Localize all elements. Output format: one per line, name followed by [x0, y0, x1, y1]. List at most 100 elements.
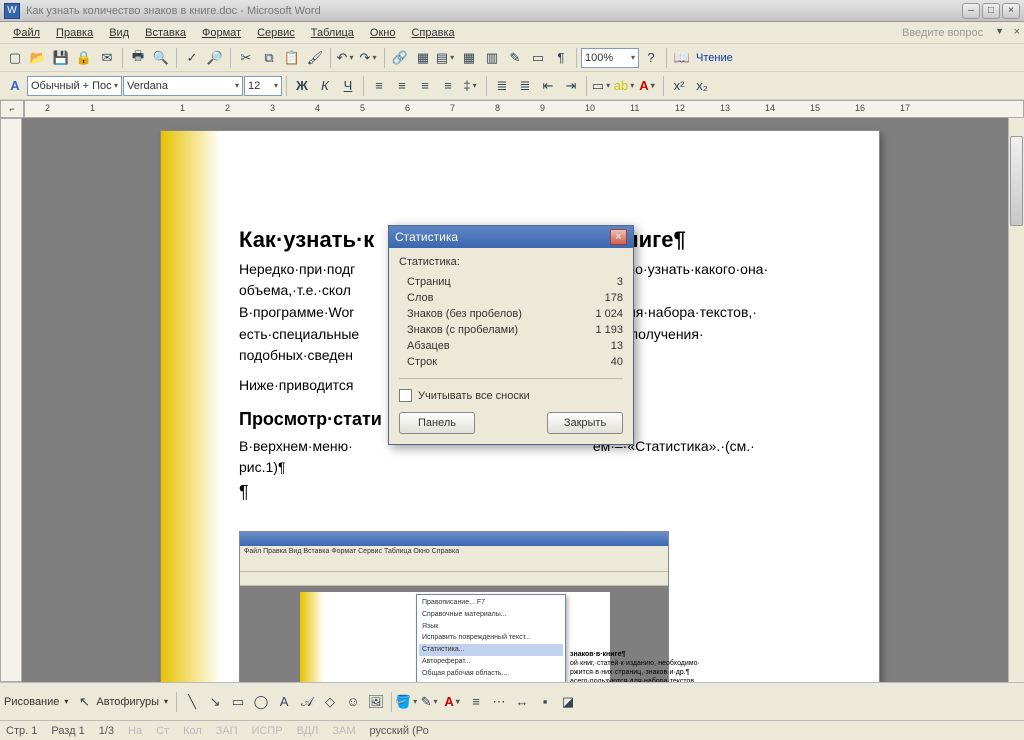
menu-insert[interactable]: Вставка: [138, 25, 193, 41]
app-icon: W: [4, 3, 20, 19]
bullets-icon[interactable]: ≣: [514, 75, 536, 97]
increase-indent-icon[interactable]: ⇥: [560, 75, 582, 97]
permissions-icon[interactable]: 🔒: [73, 47, 95, 69]
toolbar-options-arrow-icon[interactable]: ▼: [995, 26, 1004, 36]
dash-style-icon[interactable]: ⋯: [488, 691, 510, 713]
email-icon[interactable]: ✉: [96, 47, 118, 69]
menu-tools[interactable]: Сервис: [250, 25, 302, 41]
menu-format[interactable]: Формат: [195, 25, 248, 41]
maximize-button[interactable]: □: [982, 3, 1000, 19]
line-style-icon[interactable]: ≡: [465, 691, 487, 713]
close-button[interactable]: ×: [1002, 3, 1020, 19]
horizontal-ruler[interactable]: 211234567891011121314151617: [24, 100, 1024, 118]
hyperlink-icon[interactable]: 🔗: [389, 47, 411, 69]
include-footnotes-checkbox[interactable]: Учитывать все сноски: [399, 387, 623, 412]
menu-edit[interactable]: Правка: [49, 25, 100, 41]
line-icon[interactable]: ╲: [181, 691, 203, 713]
drawing-label[interactable]: Рисование: [4, 696, 59, 708]
picture-icon[interactable]: 🖼: [365, 691, 387, 713]
docmap-icon[interactable]: ▭: [527, 47, 549, 69]
style-combo[interactable]: Обычный + Пос▾: [27, 76, 122, 96]
underline-button[interactable]: Ч: [337, 75, 359, 97]
status-trk: ИСПР: [252, 725, 283, 737]
3d-icon[interactable]: ◪: [557, 691, 579, 713]
help-icon[interactable]: ?: [640, 47, 662, 69]
rectangle-icon[interactable]: ▭: [227, 691, 249, 713]
superscript-icon[interactable]: x²: [668, 75, 690, 97]
align-justify-icon[interactable]: ≡: [437, 75, 459, 97]
minimize-button[interactable]: –: [962, 3, 980, 19]
font-combo[interactable]: Verdana▾: [123, 76, 243, 96]
diagram-icon[interactable]: ◇: [319, 691, 341, 713]
clipart-icon[interactable]: ☺: [342, 691, 364, 713]
shadow-icon[interactable]: ▪: [534, 691, 556, 713]
open-icon[interactable]: 📂: [27, 47, 49, 69]
status-pages: 1/3: [99, 725, 114, 737]
menu-table[interactable]: Таблица: [304, 25, 361, 41]
checkbox-icon[interactable]: [399, 389, 412, 402]
columns-icon[interactable]: ▥: [481, 47, 503, 69]
menu-view[interactable]: Вид: [102, 25, 136, 41]
close-doc-button[interactable]: ×: [1014, 26, 1020, 38]
excel-icon[interactable]: ▦: [458, 47, 480, 69]
stat-label: Строк: [407, 356, 573, 368]
menu-file[interactable]: Файл: [6, 25, 47, 41]
align-left-icon[interactable]: ≡: [368, 75, 390, 97]
insert-table-icon[interactable]: ▤▾: [435, 47, 457, 69]
spellcheck-icon[interactable]: ✓: [181, 47, 203, 69]
select-objects-icon[interactable]: ↖: [73, 691, 95, 713]
arrow-icon[interactable]: ↘: [204, 691, 226, 713]
show-marks-icon[interactable]: ¶: [550, 47, 572, 69]
font-color-icon[interactable]: A▾: [442, 691, 464, 713]
decrease-indent-icon[interactable]: ⇤: [537, 75, 559, 97]
chevron-down-icon[interactable]: ▾: [60, 697, 72, 706]
bold-button[interactable]: Ж: [291, 75, 313, 97]
wordart-icon[interactable]: 𝒜: [296, 691, 318, 713]
arrow-style-icon[interactable]: ↔: [511, 691, 533, 713]
highlight-icon[interactable]: ab▾: [614, 75, 636, 97]
fill-color-icon[interactable]: 🪣▾: [396, 691, 418, 713]
panel-button[interactable]: Панель: [399, 412, 475, 434]
autoshapes-label[interactable]: Автофигуры: [96, 696, 159, 708]
print-preview-icon[interactable]: 🔍: [150, 47, 172, 69]
save-icon[interactable]: 💾: [50, 47, 72, 69]
styles-pane-icon[interactable]: A: [4, 75, 26, 97]
line-color-icon[interactable]: ✎▾: [419, 691, 441, 713]
align-center-icon[interactable]: ≡: [391, 75, 413, 97]
subscript-icon[interactable]: x₂: [691, 75, 713, 97]
italic-button[interactable]: К: [314, 75, 336, 97]
vertical-ruler[interactable]: [0, 118, 22, 682]
chevron-down-icon[interactable]: ▾: [160, 697, 172, 706]
font-size-combo[interactable]: 12▾: [244, 76, 282, 96]
cut-icon[interactable]: ✂: [235, 47, 257, 69]
font-color-icon[interactable]: A▾: [637, 75, 659, 97]
new-doc-icon[interactable]: ▢: [4, 47, 26, 69]
menu-help[interactable]: Справка: [404, 25, 461, 41]
textbox-icon[interactable]: A: [273, 691, 295, 713]
paste-icon[interactable]: 📋: [281, 47, 303, 69]
dialog-close-button[interactable]: ×: [610, 229, 627, 245]
reading-layout-icon[interactable]: 📖: [671, 47, 693, 69]
menu-window[interactable]: Окно: [363, 25, 403, 41]
numbering-icon[interactable]: ≣: [491, 75, 513, 97]
align-right-icon[interactable]: ≡: [414, 75, 436, 97]
zoom-combo[interactable]: 100%▾: [581, 48, 639, 68]
borders-icon[interactable]: ▭▾: [591, 75, 613, 97]
reading-layout-link[interactable]: Чтение: [694, 52, 735, 64]
dialog-titlebar[interactable]: Статистика ×: [389, 226, 633, 248]
tables-borders-icon[interactable]: ▦: [412, 47, 434, 69]
line-spacing-icon[interactable]: ‡▾: [460, 75, 482, 97]
format-painter-icon[interactable]: 🖌: [304, 47, 326, 69]
undo-icon[interactable]: ↶▾: [335, 47, 357, 69]
close-button[interactable]: Закрыть: [547, 412, 623, 434]
oval-icon[interactable]: ◯: [250, 691, 272, 713]
checkbox-label: Учитывать все сноски: [418, 390, 530, 402]
drawing-toggle-icon[interactable]: ✎: [504, 47, 526, 69]
vertical-scrollbar[interactable]: [1008, 118, 1024, 682]
ruler-corner-icon[interactable]: ⌐: [0, 100, 24, 118]
copy-icon[interactable]: ⧉: [258, 47, 280, 69]
scrollbar-thumb[interactable]: [1010, 136, 1023, 226]
research-icon[interactable]: 🔎: [204, 47, 226, 69]
print-icon[interactable]: 🖶: [127, 47, 149, 69]
redo-icon[interactable]: ↷▾: [358, 47, 380, 69]
